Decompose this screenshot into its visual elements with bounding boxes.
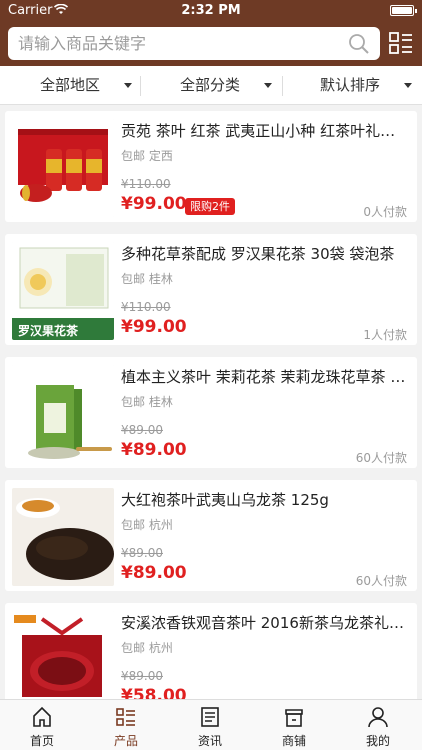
sale-price: ¥58.00 bbox=[121, 686, 187, 699]
product-card[interactable]: 安溪浓香铁观音茶叶 2016新茶乌龙茶礼盒装 包邮 杭州 ¥89.00 ¥58.… bbox=[5, 603, 417, 699]
tab-products-label: 产品 bbox=[113, 734, 138, 748]
search-icon[interactable] bbox=[348, 33, 370, 66]
sale-price: ¥89.00 bbox=[121, 563, 187, 583]
tieguanyin-gift-box-image bbox=[12, 611, 114, 699]
status-bar: Carrier 2:32 PM bbox=[0, 0, 422, 22]
product-location: 包邮 定西 bbox=[121, 149, 173, 163]
product-title: 大红袍茶叶武夷山乌龙茶 125g bbox=[121, 491, 329, 509]
grid-list-icon bbox=[389, 32, 412, 54]
product-location: 包邮 杭州 bbox=[121, 518, 173, 532]
tab-shops-label: 商铺 bbox=[281, 734, 306, 748]
chevron-down-icon bbox=[124, 83, 132, 88]
product-card[interactable]: 罗汉果花茶 多种花草茶配成 罗汉果花茶 30袋 袋泡茶 包邮 桂林 ¥110.0… bbox=[5, 234, 417, 345]
product-list-icon bbox=[116, 708, 135, 726]
paid-count: 60人付款 bbox=[355, 574, 407, 588]
sale-price: ¥89.00 bbox=[121, 440, 187, 460]
bottom-tab-bar: 首页 产品 资讯 商铺 我的 bbox=[0, 699, 422, 750]
tab-home-label: 首页 bbox=[29, 734, 54, 748]
news-icon bbox=[201, 707, 219, 727]
tab-news[interactable]: 资讯 bbox=[168, 700, 252, 750]
filter-divider bbox=[282, 76, 283, 96]
filter-category[interactable]: 全部分类 bbox=[180, 66, 280, 105]
tab-profile[interactable]: 我的 bbox=[336, 700, 420, 750]
product-list[interactable]: 贡苑 茶叶 红茶 武夷正山小种 红茶叶礼盒装 包邮 定西 ¥110.00 ¥99… bbox=[0, 111, 422, 699]
filter-sort-label: 默认排序 bbox=[320, 76, 381, 94]
jasmine-tea-box-image bbox=[12, 365, 114, 463]
product-title: 植本主义茶叶 茉莉花茶 茉莉龙珠花草茶 盒装 bbox=[121, 368, 407, 386]
filter-region-label: 全部地区 bbox=[40, 76, 101, 94]
original-price: ¥89.00 bbox=[121, 669, 163, 683]
tab-products[interactable]: 产品 bbox=[84, 700, 168, 750]
filter-bar: 全部地区 全部分类 默认排序 bbox=[0, 66, 422, 105]
chevron-down-icon bbox=[264, 83, 272, 88]
paid-count: 0人付款 bbox=[363, 205, 407, 219]
battery-icon bbox=[390, 5, 417, 16]
user-icon bbox=[368, 707, 388, 728]
original-price: ¥89.00 bbox=[121, 423, 163, 437]
shop-icon bbox=[285, 709, 303, 727]
oolong-tea-leaves-image bbox=[12, 488, 114, 586]
original-price: ¥110.00 bbox=[121, 300, 171, 314]
sale-price: ¥99.00 bbox=[121, 317, 187, 337]
category-grid-button[interactable] bbox=[388, 30, 414, 56]
search-input[interactable]: 请输入商品关键字 bbox=[8, 27, 380, 60]
clock-label: 2:32 PM bbox=[181, 3, 241, 18]
product-card[interactable]: 贡苑 茶叶 红茶 武夷正山小种 红茶叶礼盒装 包邮 定西 ¥110.00 ¥99… bbox=[5, 111, 417, 222]
product-location: 包邮 桂林 bbox=[121, 395, 173, 409]
chevron-down-icon bbox=[404, 83, 412, 88]
thumbnail-caption: 罗汉果花茶 bbox=[18, 324, 79, 338]
tab-profile-label: 我的 bbox=[365, 734, 390, 748]
product-card[interactable]: 植本主义茶叶 茉莉花茶 茉莉龙珠花草茶 盒装 包邮 桂林 ¥89.00 ¥89.… bbox=[5, 357, 417, 468]
product-location: 包邮 杭州 bbox=[121, 641, 173, 655]
tab-home[interactable]: 首页 bbox=[0, 700, 84, 750]
app-header: Carrier 2:32 PM 请输入商品关键字 bbox=[0, 0, 422, 66]
tab-shops[interactable]: 商铺 bbox=[252, 700, 336, 750]
product-title: 多种花草茶配成 罗汉果花茶 30袋 袋泡茶 bbox=[121, 245, 395, 263]
paid-count: 1人付款 bbox=[363, 328, 407, 342]
product-card[interactable]: 大红袍茶叶武夷山乌龙茶 125g 包邮 杭州 ¥89.00 ¥89.00 60人… bbox=[5, 480, 417, 591]
purchase-limit-badge: 限购2件 bbox=[185, 198, 235, 215]
luohanguo-tea-box-image: 罗汉果花茶 bbox=[12, 242, 114, 340]
product-title: 贡苑 茶叶 红茶 武夷正山小种 红茶叶礼盒装 bbox=[121, 122, 407, 140]
home-icon bbox=[33, 706, 51, 727]
paid-count: 60人付款 bbox=[355, 451, 407, 465]
red-tea-gift-box-image bbox=[12, 119, 114, 217]
filter-region[interactable]: 全部地区 bbox=[40, 66, 140, 105]
original-price: ¥110.00 bbox=[121, 177, 171, 191]
search-placeholder: 请输入商品关键字 bbox=[18, 34, 147, 53]
product-title: 安溪浓香铁观音茶叶 2016新茶乌龙茶礼盒装 bbox=[121, 614, 407, 632]
filter-divider bbox=[140, 76, 141, 96]
product-location: 包邮 桂林 bbox=[121, 272, 173, 286]
tab-news-label: 资讯 bbox=[197, 734, 222, 748]
filter-sort[interactable]: 默认排序 bbox=[320, 66, 420, 105]
original-price: ¥89.00 bbox=[121, 546, 163, 560]
sale-price: ¥99.00 bbox=[121, 194, 187, 214]
filter-category-label: 全部分类 bbox=[180, 76, 241, 94]
